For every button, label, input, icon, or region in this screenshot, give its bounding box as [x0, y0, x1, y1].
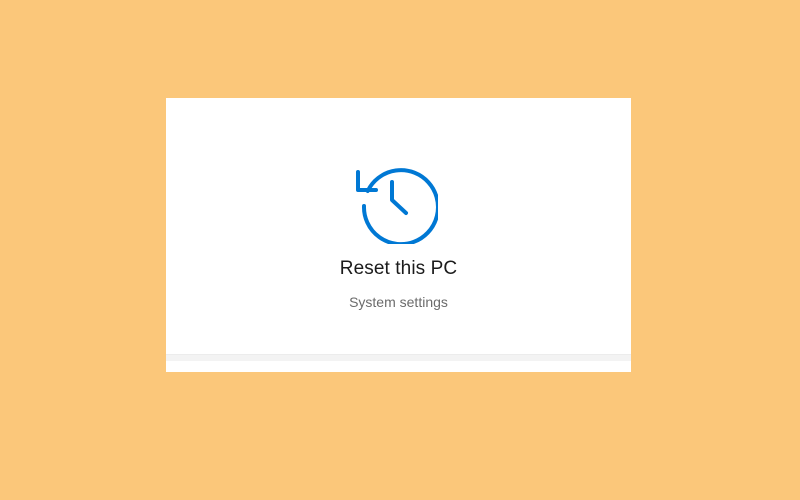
result-subtitle: System settings: [349, 294, 448, 310]
history-reset-icon-svg: [356, 168, 438, 244]
divider: [166, 354, 631, 361]
history-reset-icon: [352, 158, 438, 244]
result-title: Reset this PC: [339, 258, 458, 279]
